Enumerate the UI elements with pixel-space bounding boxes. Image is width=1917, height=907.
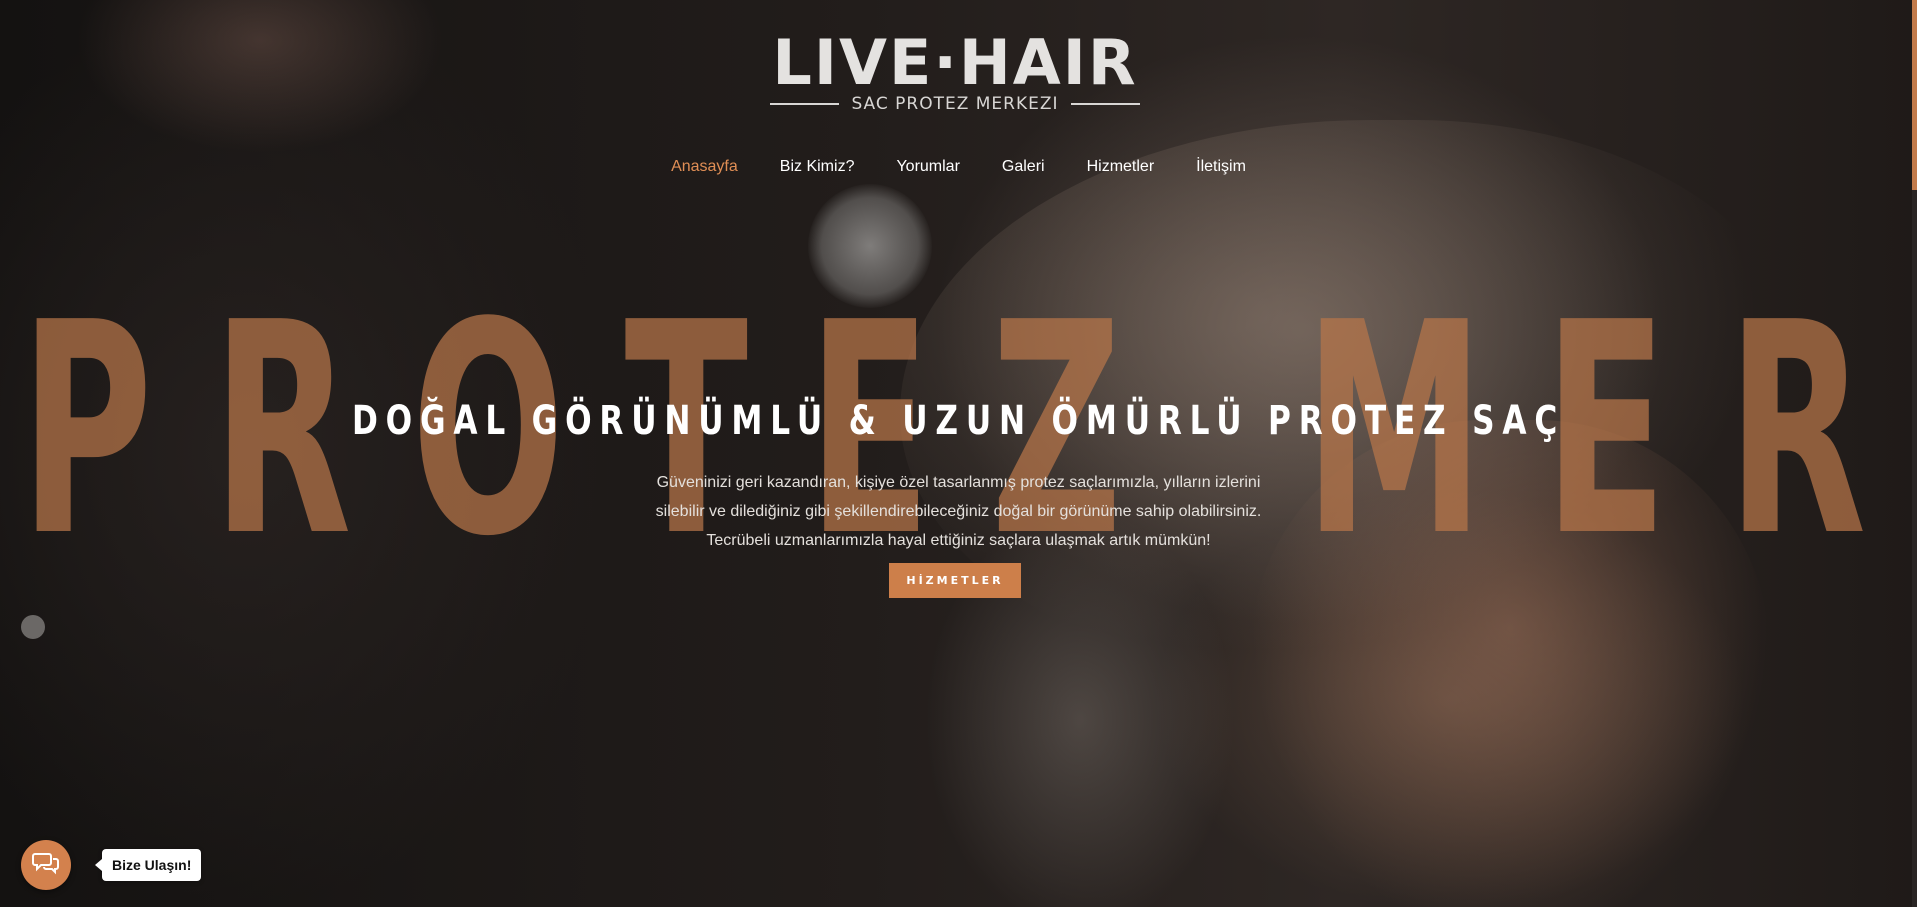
nav-item-iletisim[interactable]: İletişim bbox=[1175, 158, 1267, 176]
logo-title: LIVE·HAIR bbox=[772, 26, 1138, 99]
nav-item-biz-kimiz[interactable]: Biz Kimiz? bbox=[759, 158, 876, 176]
hero-description: Güveninizi geri kazandıran, kişiye özel … bbox=[0, 468, 1917, 555]
hero-description-line: Tecrübeli uzmanlarımızla hayal ettiğiniz… bbox=[706, 532, 1211, 549]
logo-divider-right bbox=[1070, 103, 1140, 105]
nav-item-galeri[interactable]: Galeri bbox=[981, 158, 1066, 176]
hero-description-line: Güveninizi geri kazandıran, kişiye özel … bbox=[656, 474, 1261, 491]
main-nav: Anasayfa Biz Kimiz? Yorumlar Galeri Hizm… bbox=[0, 158, 1917, 176]
nav-item-yorumlar[interactable]: Yorumlar bbox=[875, 158, 980, 176]
hero-title: DOĞAL GÖRÜNÜMLÜ & UZUN ÖMÜRLÜ PROTEZ SAÇ bbox=[351, 398, 1566, 444]
hero-background bbox=[0, 0, 1917, 907]
hero-description-line: silebilir ve dilediğiniz gibi şekillendi… bbox=[655, 503, 1262, 520]
chat-button[interactable] bbox=[21, 840, 71, 890]
chat-label[interactable]: Bize Ulaşın! bbox=[94, 849, 202, 881]
slider-dot[interactable] bbox=[21, 615, 45, 639]
logo-subtitle: SAC PROTEZ MERKEZI bbox=[851, 94, 1059, 114]
nav-item-anasayfa[interactable]: Anasayfa bbox=[650, 158, 759, 176]
hizmetler-button[interactable]: HİZMETLER bbox=[889, 563, 1021, 598]
logo-divider-left bbox=[770, 103, 840, 105]
nav-item-hizmetler[interactable]: Hizmetler bbox=[1066, 158, 1176, 176]
hero-photo-bokeh bbox=[808, 184, 932, 308]
scrollbar-thumb[interactable] bbox=[1912, 0, 1917, 190]
chat-bubbles-icon bbox=[32, 851, 60, 879]
page-scrollbar[interactable] bbox=[1912, 0, 1917, 907]
site-logo[interactable]: LIVE·HAIR SAC PROTEZ MERKEZI bbox=[770, 30, 1140, 120]
